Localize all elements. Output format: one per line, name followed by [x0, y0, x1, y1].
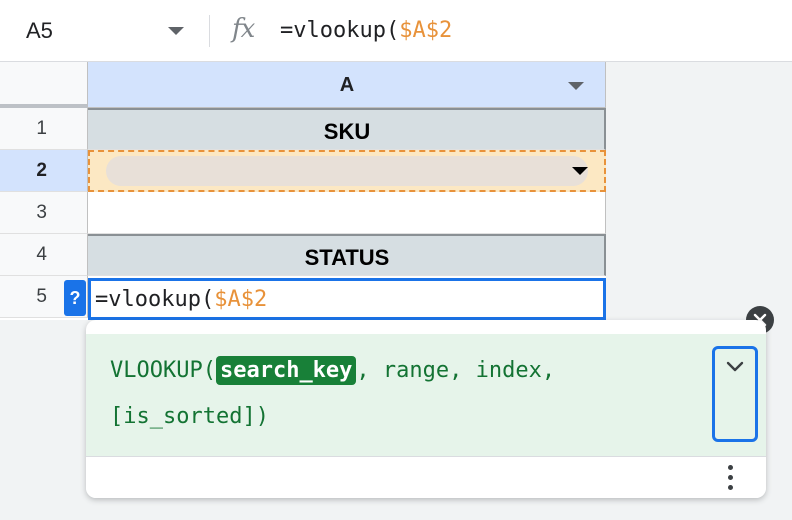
cell-a2-dropdown[interactable]: [88, 150, 606, 192]
cell-a4[interactable]: STATUS: [88, 234, 606, 276]
cell-a5-editor[interactable]: =vlookup($A$2: [88, 278, 606, 320]
function-name: VLOOKUP(: [110, 358, 216, 383]
name-box-dropdown-icon[interactable]: [168, 27, 184, 35]
active-parameter: search_key: [215, 356, 357, 385]
formula-range-ref: $A$2: [399, 18, 453, 43]
column-menu-icon[interactable]: [568, 82, 584, 90]
cell-a1[interactable]: SKU: [88, 108, 606, 150]
select-all-corner[interactable]: [0, 62, 88, 108]
dropdown-chip[interactable]: [106, 156, 588, 186]
tooltip-footer: [86, 456, 766, 498]
expand-help-button[interactable]: [712, 346, 758, 442]
name-box-value: A5: [26, 18, 53, 43]
formula-prefix: =vlookup(: [280, 18, 400, 43]
signature-rest: , range, index,: [356, 358, 556, 383]
editor-range-ref: $A$2: [214, 287, 268, 312]
row-header-2[interactable]: 2: [0, 150, 88, 192]
signature-line-2: [is_sorted]): [110, 404, 269, 429]
chip-dropdown-icon[interactable]: [572, 167, 588, 175]
cell-a4-text: STATUS: [304, 245, 390, 270]
row-header-4[interactable]: 4: [0, 234, 88, 276]
row-header-1[interactable]: 1: [0, 108, 88, 150]
cell-a1-text: SKU: [323, 119, 371, 144]
chevron-down-icon: [726, 361, 744, 372]
column-header-label: A: [339, 74, 355, 96]
editor-prefix: =vlookup(: [95, 287, 215, 312]
formula-help-toggle[interactable]: ?: [64, 280, 86, 316]
formula-help-tooltip: VLOOKUP(search_key, range, index, [is_so…: [86, 320, 766, 498]
formula-input[interactable]: =vlookup($A$2: [280, 18, 452, 43]
formula-bar: A5 fx =vlookup($A$2: [0, 0, 792, 62]
fx-icon: fx: [232, 14, 255, 44]
column-header-a[interactable]: A: [88, 62, 606, 108]
more-vert-icon[interactable]: [726, 463, 734, 493]
formula-bar-divider: [209, 15, 210, 47]
cell-editor-text: =vlookup($A$2: [95, 287, 267, 312]
name-box[interactable]: A5: [0, 0, 200, 62]
function-signature: VLOOKUP(search_key, range, index, [is_so…: [86, 334, 766, 456]
row-header-3[interactable]: 3: [0, 192, 88, 234]
cell-a3[interactable]: [88, 192, 606, 234]
sheet-grid: A 1 2 3 4 5 SKU STATUS ? =vlookup($A$2: [0, 62, 606, 320]
signature-line-1: VLOOKUP(search_key, range, index,: [110, 356, 555, 385]
